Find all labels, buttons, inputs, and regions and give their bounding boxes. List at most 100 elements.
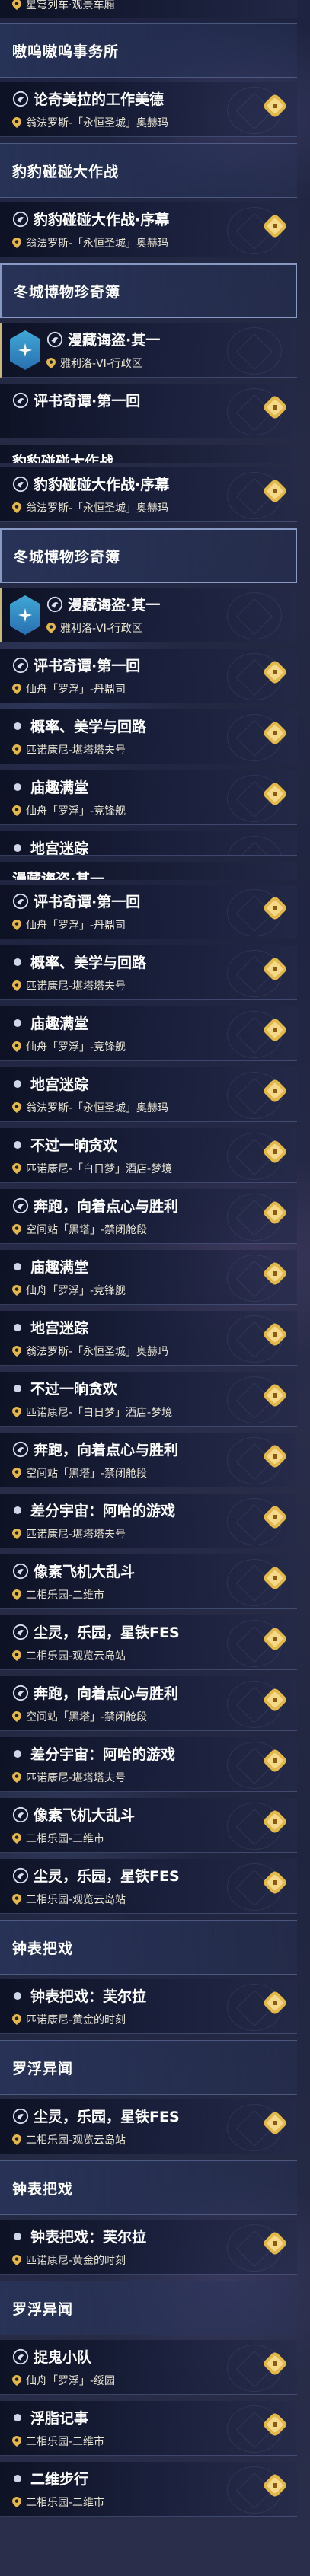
quest-list-item[interactable]: 尘灵，乐园，星铁FES 二相乐园-观览云岛站 [0,1859,297,1914]
quest-title: 奔跑，向着点心与胜利 [34,1442,179,1459]
quest-list-item[interactable]: 钟表把戏：芙尔拉 匹诺康尼-黄金的时刻 [0,1979,297,2034]
event-quest-list[interactable]: 星穹列车·观景车厢 嗷呜嗷呜事务所 论奇美拉的工作美德 翁法罗斯-「永恒圣城」奥赫玛豹… [0,0,297,2517]
quest-list-item[interactable]: 浮脂记事 二相乐园-二维市 [0,2401,297,2456]
quest-list-item[interactable]: 钟表把戏：芙尔拉匹诺康尼-黄金的时刻 [0,2220,297,2275]
quest-dot-icon [14,843,21,852]
quest-scroll-icon [12,1806,29,1822]
map-pin-icon [12,1163,21,1174]
new-badge-icon [264,1262,286,1285]
quest-location: 匹诺康尼-黄金的时刻 [26,2255,126,2267]
quest-title: 豹豹碰碰大作战 [12,454,114,463]
quest-location: 二相乐园-观览云岛站 [26,2134,126,2147]
group-title: 钟表把戏 [12,2180,74,2198]
quest-dot-icon [14,1140,21,1149]
quest-list-item[interactable]: 不过一晌贪欢 匹诺康尼-「白日梦」酒店-梦境 [0,1372,297,1427]
map-pin-icon [12,1102,21,1113]
quest-location: 匹诺康尼-堪塔塔夫号 [26,1772,126,1784]
quest-list-item[interactable]: 不过一晌贪欢 匹诺康尼-「白日梦」酒店-梦境 [0,1128,297,1183]
quest-list-item[interactable]: 差分宇宙：阿哈的游戏 匹诺康尼-堪塔塔夫号 [0,1494,297,1548]
event-group-header[interactable]: 豹豹碰碰大作战 [0,143,297,198]
new-badge-icon [264,1019,286,1041]
quest-list-item[interactable]: 评书奇谭·第一回 仙舟「罗浮」-丹鼎司 [0,649,297,703]
event-group-header[interactable]: 冬城博物珍奇簿 [0,263,297,318]
group-title: 罗浮异闻 [12,2060,74,2077]
quest-list-item[interactable]: 评书奇谭·第一回 仙舟「罗浮」-丹鼎司 [0,885,297,939]
quest-list-item[interactable]: 像素飞机大乱斗二相乐园-二维市 [0,1554,297,1609]
event-group-header[interactable]: 嗷呜嗷呜事务所 [0,23,297,78]
map-pin-icon [12,805,21,816]
quest-list-item[interactable]: 奔跑，向着点心与胜利 空间站「黑塔」-禁闭舱段 [0,1433,297,1487]
clipped-list-item[interactable]: 豹豹碰碰大作战 [0,445,297,463]
quest-title: 概率、美学与回路 [30,719,147,735]
map-pin-icon [46,358,56,368]
event-group-header[interactable]: 罗浮异闻 [0,2281,297,2335]
quest-location: 二相乐园-二维市 [26,1589,105,1602]
quest-list-item[interactable]: 豹豹碰碰大作战·序幕 翁法罗斯-「永恒圣城」奥赫玛 [0,467,297,522]
quest-list-item[interactable]: 概率、美学与回路 匹诺康尼-堪塔塔夫号 [0,945,297,1000]
quest-scroll-icon [12,1197,29,1213]
quest-list-item[interactable]: 庙趣满堂 仙舟「罗浮」-竞锋舰 [0,770,297,825]
new-badge-icon [264,897,286,920]
quest-title: 钟表把戏：芙尔拉 [30,2229,147,2246]
quest-title: 不过一晌贪欢 [30,1381,118,1398]
quest-scroll-icon [12,91,29,107]
quest-title: 差分宇宙：阿哈的游戏 [30,1503,176,1519]
quest-list-item[interactable]: 捉鬼小队 仙舟「罗浮」-绥园 [0,2340,297,2395]
quest-list-item[interactable]: 庙趣满堂 仙舟「罗浮」-竞锋舰 [0,1250,297,1305]
quest-list-item[interactable]: 奔跑，向着点心与胜利 空间站「黑塔」-禁闭舱段 [0,1189,297,1244]
map-pin-icon [12,1833,21,1844]
quest-scroll-icon [12,657,29,673]
quest-list-item[interactable]: 漫藏诲盗·其一 雅利洛-VI-行政区 [0,323,297,378]
new-badge-icon [264,396,286,419]
quest-dot-icon [14,958,21,966]
quest-list-item[interactable]: 庙趣满堂 仙舟「罗浮」-竞锋舰 [0,1006,297,1061]
quest-list-item[interactable]: 概率、美学与回路 匹诺康尼-堪塔塔夫号 [0,709,297,764]
new-badge-icon [264,1506,286,1529]
map-pin-icon [12,1711,21,1722]
group-title: 钟表把戏 [12,1940,74,1957]
map-pin-icon [12,744,21,755]
quest-list-item[interactable]: 奔跑，向着点心与胜利 空间站「黑塔」-禁闭舱段 [0,1676,297,1731]
quest-dot-icon [14,1079,21,1088]
quest-dot-icon [14,722,21,730]
event-group-header[interactable]: 罗浮异闻 [0,2040,297,2095]
quest-list-item[interactable]: 尘灵，乐园，星铁FES 二相乐园-观览云岛站 [0,1615,297,1670]
quest-dot-icon [14,1323,21,1331]
quest-title: 二维步行 [30,2471,89,2488]
quest-list-item[interactable]: 漫藏诲盗·其一 雅利洛-VI-行政区 [0,588,297,642]
map-pin-icon [12,0,21,10]
quest-title: 钟表把戏：芙尔拉 [30,1988,147,2005]
quest-title: 庙趣满堂 [30,779,89,796]
event-group-header[interactable]: 钟表把戏 [0,1920,297,1975]
quest-location: 空间站「黑塔」-禁闭舱段 [26,1224,148,1236]
quest-scroll-icon [12,211,29,227]
quest-list-item[interactable]: 豹豹碰碰大作战·序幕 翁法罗斯-「永恒圣城」奥赫玛 [0,202,297,257]
quest-location: 仙舟「罗浮」-丹鼎司 [26,684,126,696]
quest-list-item[interactable]: 论奇美拉的工作美德 翁法罗斯-「永恒圣城」奥赫玛 [0,82,297,137]
quest-title: 概率、美学与回路 [30,955,147,971]
quest-title: 庙趣满堂 [30,1259,89,1276]
quest-list-item[interactable]: 像素飞机大乱斗 二相乐园-二维市 [0,1798,297,1853]
quest-title: 像素飞机大乱斗 [34,1564,136,1580]
quest-list-item[interactable]: 差分宇宙：阿哈的游戏 匹诺康尼-堪塔塔夫号 [0,1737,297,1792]
quest-scroll-icon [12,2108,29,2124]
map-pin-icon [12,1468,21,1478]
quest-title: 尘灵，乐园，星铁FES [34,1624,180,1641]
quest-list-item[interactable]: 地宫迷踪 翁法罗斯-「永恒圣城」奥赫玛 [0,1311,297,1366]
quest-list-item[interactable]: 地宫迷踪 [0,831,297,856]
quest-location: 仙舟「罗浮」-丹鼎司 [26,920,126,932]
event-group-header[interactable]: 冬城博物珍奇簿 [0,528,297,583]
quest-list-item[interactable]: 尘灵，乐园，星铁FES 二相乐园-观览云岛站 [0,2099,297,2154]
quest-list-item[interactable]: 地宫迷踪 翁法罗斯-「永恒圣城」奥赫玛 [0,1067,297,1122]
quest-scroll-icon [12,2348,29,2364]
event-group-header[interactable]: 钟表把戏 [0,2160,297,2215]
quest-list-item[interactable]: 二维步行 二相乐园-二维市 [0,2462,297,2517]
group-title: 罗浮异闻 [12,2300,74,2318]
clipped-list-item[interactable]: 星穹列车·观景车厢 [0,0,297,18]
quest-list-item[interactable]: 评书奇谭·第一回 [0,384,297,438]
quest-scroll-icon [12,392,29,408]
new-badge-icon [264,783,286,805]
map-pin-icon [12,1285,21,1296]
clipped-list-item[interactable]: 漫藏诲盗·其一 [0,862,297,880]
map-pin-icon [46,623,56,633]
